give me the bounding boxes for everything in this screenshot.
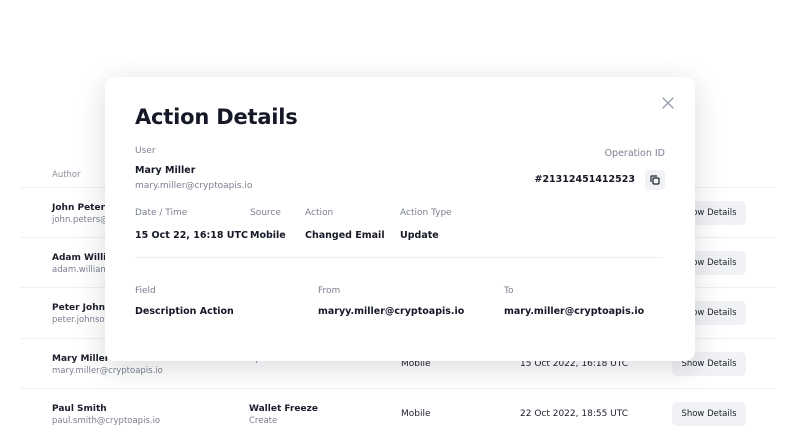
field-value: Description Action [135, 306, 234, 317]
source-label: Source [250, 208, 281, 218]
source-value: Mobile [250, 230, 286, 241]
modal-title: Action Details [135, 105, 298, 129]
from-label: From [318, 286, 341, 296]
show-details-button[interactable]: Show Details [672, 402, 746, 426]
copy-icon[interactable] [645, 170, 665, 190]
action-value: Changed Email [305, 230, 385, 241]
to-value: mary.miller@cryptoapis.io [504, 306, 645, 317]
user-name: Mary Miller [135, 165, 196, 176]
source-value: Mobile [401, 409, 431, 419]
action-name: Wallet Freeze [249, 404, 318, 414]
author-column-header: Author [52, 170, 81, 180]
to-label: To [504, 286, 514, 296]
divider [135, 257, 663, 258]
action-label: Action [305, 208, 334, 218]
author-email: mary.miller@cryptoapis.io [52, 366, 163, 376]
action-details-modal: Action Details User Mary Miller mary.mil… [105, 77, 695, 361]
author-name: Paul Smith [52, 404, 107, 414]
action-type-label: Action Type [400, 208, 452, 218]
field-label: Field [135, 286, 156, 296]
action-type-value: Update [400, 230, 439, 241]
date-value: 22 Oct 2022, 18:55 UTC [520, 409, 628, 419]
from-value: maryy.miller@cryptoapis.io [318, 306, 465, 317]
operation-id-label: Operation ID [604, 148, 665, 159]
close-icon[interactable] [661, 95, 675, 109]
date-time-label: Date / Time [135, 208, 188, 218]
author-email: paul.smith@cryptoapis.io [52, 416, 161, 426]
date-time-value: 15 Oct 22, 16:18 UTC [135, 230, 248, 241]
operation-id-value: #21312451412523 [534, 174, 635, 185]
table-row[interactable]: Paul Smith paul.smith@cryptoapis.io Wall… [20, 388, 776, 438]
action-type: Create [249, 416, 278, 426]
user-email: mary.miller@cryptoapis.io [135, 181, 253, 191]
user-label: User [135, 146, 156, 156]
